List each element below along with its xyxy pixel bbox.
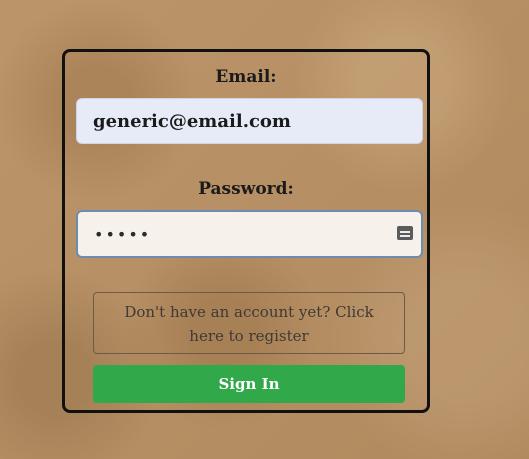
password-field-container[interactable] [76, 210, 477, 258]
login-card: Email: Password: Don't have an account y… [62, 49, 477, 413]
password-field[interactable] [78, 212, 477, 256]
password-label: Password: [198, 179, 294, 199]
register-link[interactable]: Don't have an account yet? Click here to… [93, 292, 405, 354]
keyboard-icon [397, 226, 413, 240]
email-label: Email: [215, 67, 277, 87]
sign-in-button[interactable]: Sign In [93, 365, 405, 403]
email-field[interactable] [76, 98, 423, 144]
